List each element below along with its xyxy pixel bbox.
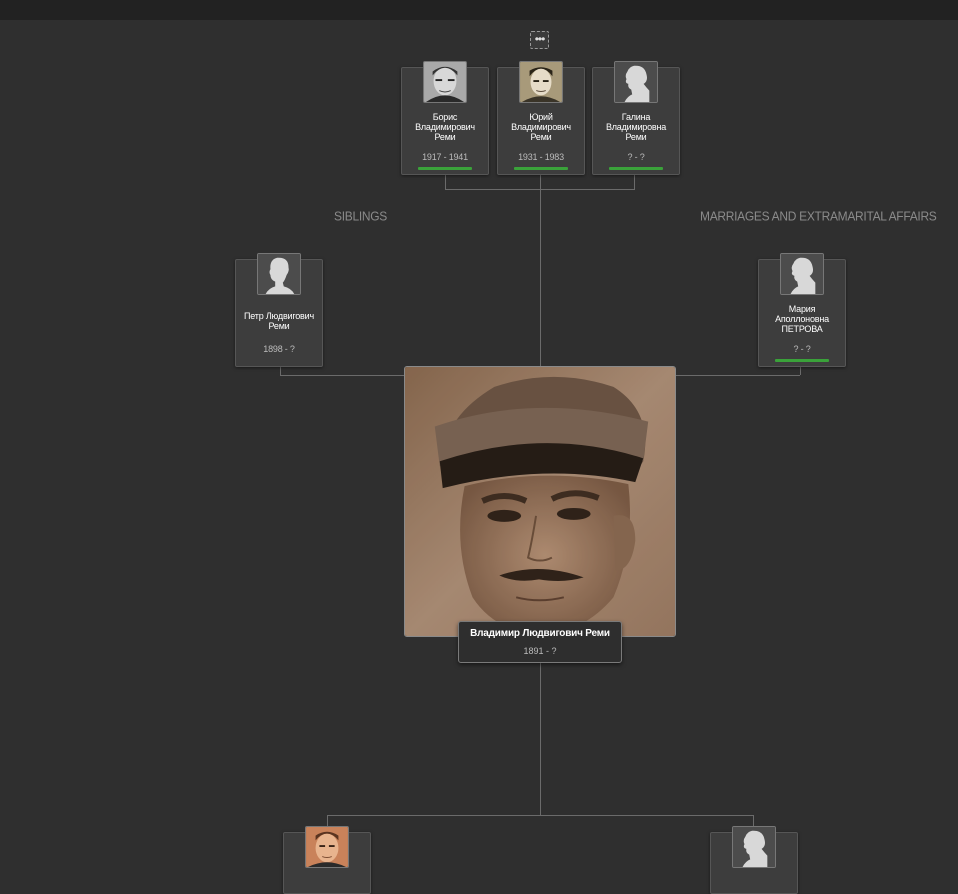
person-card-parent[interactable] xyxy=(710,826,798,894)
female-silhouette-icon xyxy=(614,61,658,103)
connector-line xyxy=(327,815,754,816)
female-silhouette-icon xyxy=(780,253,824,295)
person-name: Галина Владимировна Реми xyxy=(605,112,667,142)
connector-line xyxy=(800,366,801,375)
status-bar xyxy=(514,167,568,170)
main-person-label[interactable]: Владимир Людвигович Реми 1891 - ? xyxy=(458,621,622,663)
person-dates: ? - ? xyxy=(793,344,811,354)
person-card-child[interactable]: Юрий Владимирович Реми 1931 - 1983 xyxy=(497,61,585,175)
person-photo xyxy=(423,61,467,103)
marriages-heading: MARRIAGES AND EXTRAMARITAL AFFAIRS xyxy=(700,208,937,224)
status-bar xyxy=(609,167,663,170)
connector-line xyxy=(634,174,635,189)
person-dates: ? - ? xyxy=(627,152,645,162)
person-dates: 1917 - 1941 xyxy=(422,152,468,162)
status-bar xyxy=(418,167,472,170)
main-person-photo[interactable] xyxy=(404,366,676,637)
connector-line xyxy=(280,375,404,376)
siblings-heading: SIBLINGS xyxy=(334,208,387,224)
person-name: Борис Владимирович Реми xyxy=(415,112,475,142)
person-dates: 1898 - ? xyxy=(263,344,295,354)
person-dates: 1931 - 1983 xyxy=(518,152,564,162)
person-card-spouse[interactable]: Мария Аполлоновна ПЕТРОВА ? - ? xyxy=(758,253,846,367)
connector-line xyxy=(540,663,541,815)
female-silhouette-icon xyxy=(732,826,776,868)
person-card-child[interactable]: Галина Владимировна Реми ? - ? xyxy=(592,61,680,175)
main-person-dates: 1891 - ? xyxy=(523,646,557,656)
main-person-name: Владимир Людвигович Реми xyxy=(470,628,610,639)
person-card-child[interactable]: Борис Владимирович Реми 1917 - 1941 xyxy=(401,61,489,175)
connector-line xyxy=(445,174,446,189)
status-bar xyxy=(775,359,829,362)
connector-line xyxy=(445,189,635,190)
connector-line xyxy=(676,375,800,376)
person-name: Юрий Владимирович Реми xyxy=(511,112,571,142)
person-card-sibling[interactable]: Петр Людвигович Реми 1898 - ? xyxy=(235,253,323,367)
person-name: Петр Людвигович Реми xyxy=(244,311,314,331)
connector-line xyxy=(280,366,281,375)
person-card-parent[interactable] xyxy=(283,826,371,894)
more-children-button[interactable]: ••• xyxy=(530,31,549,49)
male-silhouette-icon xyxy=(257,253,301,295)
person-photo xyxy=(519,61,563,103)
connector-line xyxy=(540,174,541,366)
top-bar xyxy=(0,0,958,20)
person-photo xyxy=(305,826,349,868)
person-name: Мария Аполлоновна ПЕТРОВА xyxy=(775,304,829,334)
